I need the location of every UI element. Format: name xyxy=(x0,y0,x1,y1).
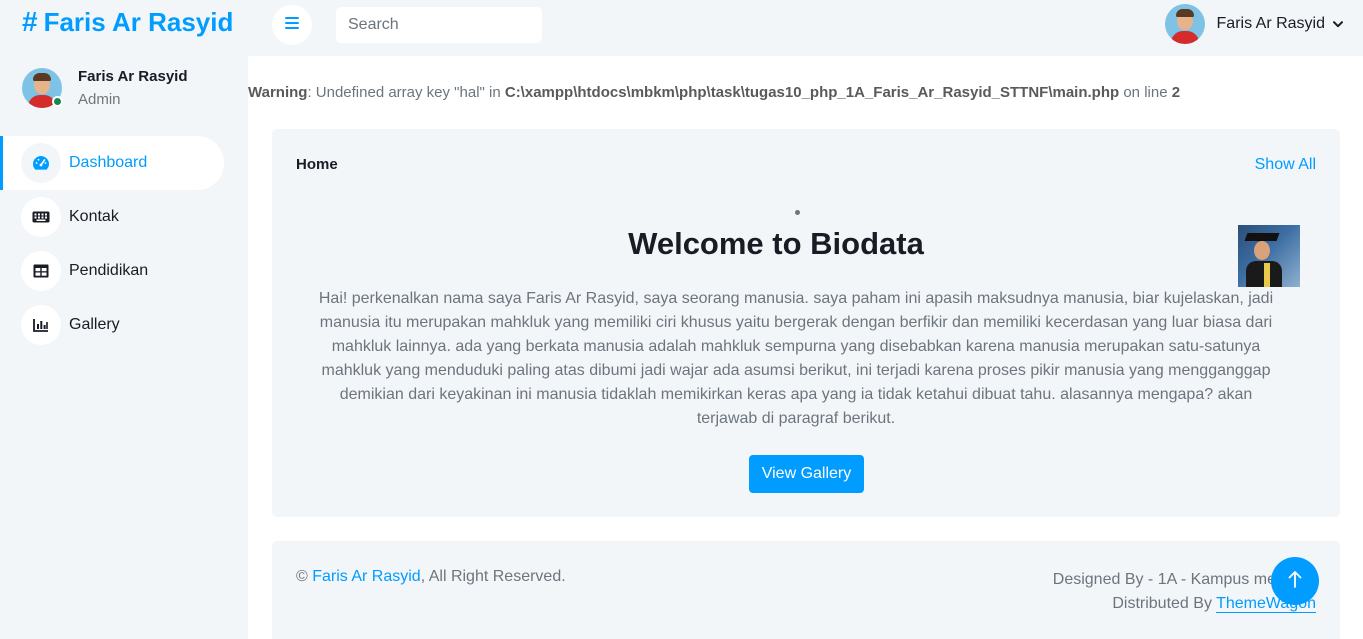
warning-label: Warning xyxy=(248,84,308,101)
back-to-top-button[interactable] xyxy=(1271,557,1319,605)
php-warning: Warning: Undefined array key "hal" in C:… xyxy=(248,84,1180,101)
chevron-down-icon xyxy=(1333,15,1343,33)
owner-link[interactable]: Faris Ar Rasyid xyxy=(312,568,420,585)
profile-role: Admin xyxy=(78,91,121,108)
warning-message: : Undefined array key "hal" in xyxy=(307,84,505,101)
sidebar-nav: Dashboard Kontak Pendidikan Gallery xyxy=(0,136,248,352)
warning-line-number: 2 xyxy=(1171,84,1181,101)
warning-on-line: on line xyxy=(1119,84,1172,101)
sidebar: # Faris Ar Rasyid Faris Ar Rasyid Admin … xyxy=(0,0,248,639)
online-status-icon xyxy=(52,96,63,107)
rights-text: , All Right Reserved. xyxy=(420,568,566,585)
profile-photo xyxy=(1238,225,1300,287)
intro-paragraph: Hai! perkenalkan nama saya Faris Ar Rasy… xyxy=(318,290,1274,427)
table-icon xyxy=(21,251,61,291)
avatar xyxy=(1164,4,1205,44)
arrow-up-icon xyxy=(1288,570,1302,593)
sidebar-item-kontak[interactable]: Kontak xyxy=(0,190,224,244)
tachometer-icon xyxy=(21,143,61,183)
card-title: Home xyxy=(296,156,338,173)
search-input[interactable] xyxy=(336,7,542,43)
copyright-symbol: © xyxy=(296,568,313,585)
brand-logo[interactable]: # Faris Ar Rasyid xyxy=(22,6,233,38)
show-all-link[interactable]: Show All xyxy=(1255,156,1316,174)
topbar: Faris Ar Rasyid xyxy=(248,0,1363,56)
sidebar-item-label: Pendidikan xyxy=(69,262,149,279)
footer: © Faris Ar Rasyid, All Right Reserved. D… xyxy=(272,541,1340,639)
sidebar-item-pendidikan[interactable]: Pendidikan xyxy=(0,244,224,298)
sidebar-toggle-button[interactable] xyxy=(272,5,312,45)
home-card: Home Show All Welcome to Biodata Hai! pe… xyxy=(272,129,1340,517)
chart-bar-icon xyxy=(21,305,61,345)
copyright: © Faris Ar Rasyid, All Right Reserved. xyxy=(296,568,566,586)
sidebar-item-label: Kontak xyxy=(69,208,119,225)
warning-path: C:\xampp\htdocs\mbkm\php\task\tugas10_ph… xyxy=(504,84,1120,101)
distributed-by-label: Distributed By xyxy=(1112,595,1217,612)
hashtag-icon: # xyxy=(22,6,38,37)
sidebar-item-label: Gallery xyxy=(69,316,120,333)
sidebar-item-dashboard[interactable]: Dashboard xyxy=(0,136,224,190)
brand-name: Faris Ar Rasyid xyxy=(43,6,234,37)
page-title: Welcome to Biodata xyxy=(628,226,924,261)
profile-name: Faris Ar Rasyid xyxy=(78,68,188,85)
keyboard-icon xyxy=(21,197,61,237)
sidebar-item-label: Dashboard xyxy=(69,154,148,171)
user-menu-dropdown[interactable]: Faris Ar Rasyid xyxy=(1164,4,1343,44)
view-gallery-button[interactable]: View Gallery xyxy=(749,455,864,493)
avatar xyxy=(22,68,63,108)
sidebar-profile: Faris Ar Rasyid Admin xyxy=(22,68,188,108)
bullet-dot xyxy=(795,210,800,215)
user-name: Faris Ar Rasyid xyxy=(1216,15,1325,32)
sidebar-item-gallery[interactable]: Gallery xyxy=(0,298,224,352)
bars-icon xyxy=(285,16,299,34)
